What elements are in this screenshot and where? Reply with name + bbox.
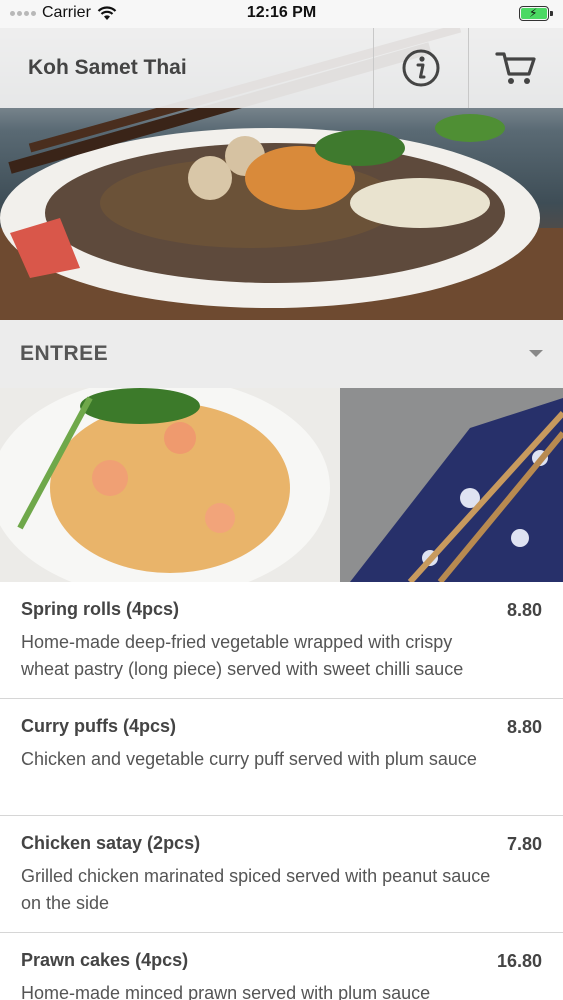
status-bar: Carrier 12:16 PM ⚡ — [0, 0, 563, 28]
item-description: Home-made deep-fried vegetable wrapped w… — [21, 632, 464, 679]
menu-list: Spring rolls (4pcs) 8.80 Home-made deep-… — [0, 582, 563, 1000]
category-image — [0, 388, 563, 582]
app-title: Koh Samet Thai — [28, 56, 187, 79]
item-name: Curry puffs (4pcs) — [21, 716, 177, 736]
item-description: Chicken and vegetable curry puff served … — [21, 749, 477, 769]
item-price: 8.80 — [506, 600, 542, 620]
status-time: 12:16 PM — [246, 4, 317, 21]
item-name: Chicken satay (2pcs) — [21, 833, 201, 853]
battery-icon: ⚡ — [519, 6, 553, 21]
chevron-down-icon — [529, 350, 543, 357]
item-price: 16.80 — [496, 951, 542, 971]
menu-item-spring-rolls[interactable]: Spring rolls (4pcs) 8.80 Home-made deep-… — [0, 582, 563, 699]
menu-item-curry-puffs[interactable]: Curry puffs (4pcs) 8.80 Chicken and vege… — [0, 699, 563, 816]
item-name: Prawn cakes (4pcs) — [21, 950, 189, 970]
cart-button[interactable] — [469, 28, 563, 108]
info-button[interactable] — [374, 28, 468, 108]
item-price: 8.80 — [506, 717, 542, 737]
top-bar: Koh Samet Thai — [0, 28, 563, 108]
menu-item-chicken-satay[interactable]: Chicken satay (2pcs) 7.80 Grilled chicke… — [0, 816, 563, 933]
item-name: Spring rolls (4pcs) — [21, 599, 180, 619]
item-description: Grilled chicken marinated spiced served … — [21, 866, 491, 913]
menu-item-prawn-cakes[interactable]: Prawn cakes (4pcs) 16.80 Home-made mince… — [0, 933, 563, 1000]
item-price: 7.80 — [506, 834, 542, 854]
cart-icon — [495, 52, 536, 84]
info-icon — [402, 49, 440, 87]
item-description: Home-made minced prawn served with plum … — [21, 983, 431, 1000]
category-selector[interactable]: ENTREE — [0, 320, 563, 388]
category-label: ENTREE — [20, 342, 109, 365]
